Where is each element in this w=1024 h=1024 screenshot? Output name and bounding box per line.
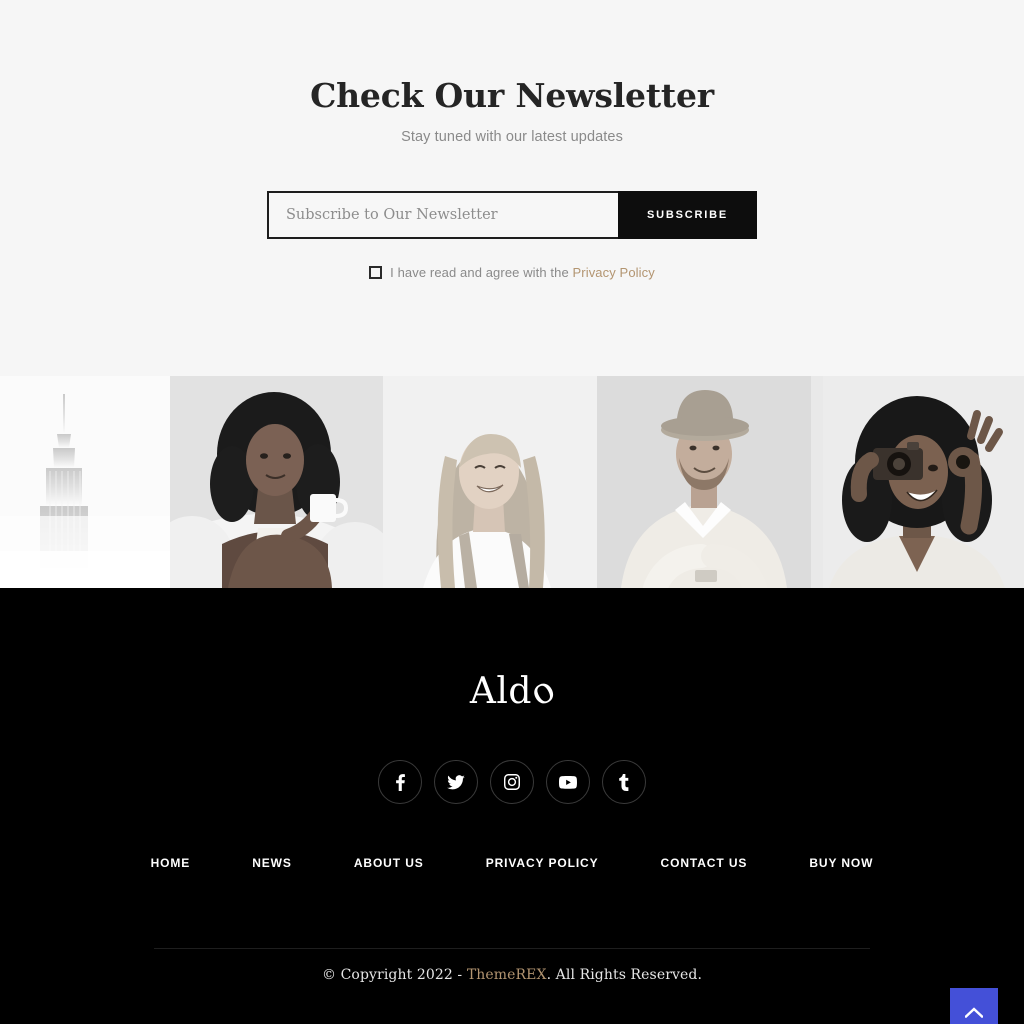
footer-menu-item-home[interactable]: HOME xyxy=(120,856,222,870)
woman-with-mug-icon xyxy=(170,376,383,588)
social-links xyxy=(378,760,646,804)
chevron-up-icon xyxy=(965,1006,983,1018)
instagram-icon xyxy=(504,774,520,790)
privacy-policy-link[interactable]: Privacy Policy xyxy=(573,265,655,280)
social-link-youtube[interactable] xyxy=(546,760,590,804)
footer-menu-item-buy-now[interactable]: BUY NOW xyxy=(778,856,904,870)
scroll-to-top-button[interactable] xyxy=(950,988,998,1024)
photo-woman-with-mug xyxy=(170,376,383,588)
newsletter-subtitle: Stay tuned with our latest updates xyxy=(401,128,623,145)
photo-empire-state-building xyxy=(0,376,170,588)
photo-man-with-hat xyxy=(597,376,811,588)
footer-divider xyxy=(154,948,870,949)
consent-text: I have read and agree with the xyxy=(390,264,569,280)
footer-logo[interactable]: Ald o xyxy=(469,668,562,715)
man-with-hat-icon xyxy=(597,376,811,588)
page-title: Check Our Newsletter xyxy=(310,76,714,115)
photo-smiling-blonde-woman xyxy=(383,376,597,588)
footer-menu-item-news[interactable]: NEWS xyxy=(221,856,323,870)
youtube-icon xyxy=(559,775,577,789)
footer-menu-item-privacy-policy[interactable]: PRIVACY POLICY xyxy=(455,856,630,870)
social-link-instagram[interactable] xyxy=(490,760,534,804)
social-link-facebook[interactable] xyxy=(378,760,422,804)
footer-logo-text: Ald xyxy=(469,671,532,712)
newsletter-section: Check Our Newsletter Stay tuned with our… xyxy=(0,0,1024,376)
consent-row: I have read and agree with the Privacy P… xyxy=(369,265,655,280)
site-footer: Ald o HOME NEWS ABOUT US PRIVACY POLICY … xyxy=(0,588,1024,1024)
copyright-prefix: © Copyright 2022 - xyxy=(321,967,467,983)
photo-woman-with-camera xyxy=(811,376,1024,588)
footer-menu-item-contact-us[interactable]: CONTACT US xyxy=(630,856,779,870)
tumblr-icon xyxy=(619,773,629,791)
footer-menu: HOME NEWS ABOUT US PRIVACY POLICY CONTAC… xyxy=(120,856,905,870)
newsletter-email-input[interactable] xyxy=(269,192,618,237)
facebook-icon xyxy=(395,773,405,791)
photo-strip xyxy=(0,376,1024,588)
copyright: © Copyright 2022 - ThemeREX. All Rights … xyxy=(0,967,1024,983)
twitter-icon xyxy=(447,774,465,789)
copyright-brand-link[interactable]: ThemeREX xyxy=(467,967,547,983)
privacy-consent-checkbox[interactable] xyxy=(369,265,383,279)
social-link-tumblr[interactable] xyxy=(602,760,646,804)
copyright-suffix: . All Rights Reserved. xyxy=(546,967,703,983)
footer-menu-item-about-us[interactable]: ABOUT US xyxy=(323,856,455,870)
social-link-twitter[interactable] xyxy=(434,760,478,804)
subscribe-form: SUBSCRIBE xyxy=(267,190,757,239)
subscribe-button[interactable]: SUBSCRIBE xyxy=(618,190,757,239)
consent-label: I have read and agree with the Privacy P… xyxy=(390,265,655,280)
smiling-blonde-woman-icon xyxy=(383,376,597,588)
woman-with-camera-icon xyxy=(811,376,1024,588)
empire-state-building-icon xyxy=(0,376,170,588)
